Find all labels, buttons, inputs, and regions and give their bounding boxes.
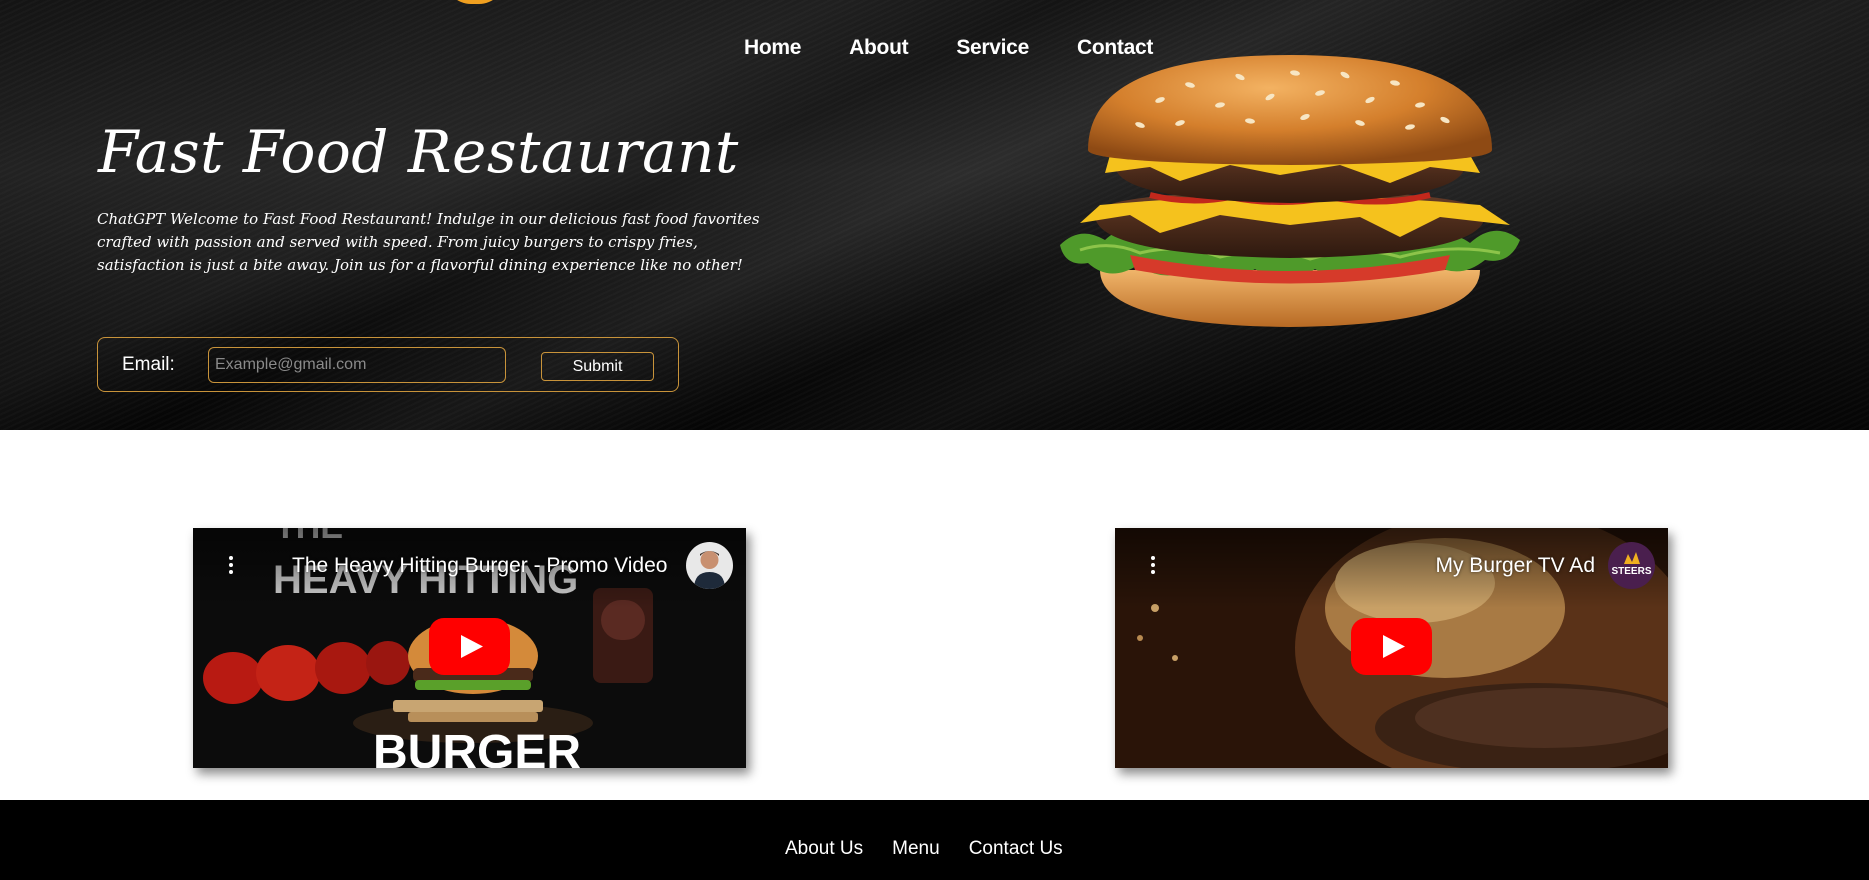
submit-button[interactable]: Submit xyxy=(541,352,654,381)
footer-about-us-link[interactable]: About Us xyxy=(785,838,863,860)
hero-section: Home About Service Contact Fast Food Res… xyxy=(0,0,1869,430)
hero-description: ChatGPT Welcome to Fast Food Restaurant!… xyxy=(97,210,760,274)
youtube-play-icon[interactable] xyxy=(429,618,510,675)
nav-service-link[interactable]: Service xyxy=(956,36,1029,60)
channel-avatar[interactable] xyxy=(686,542,733,589)
email-input[interactable] xyxy=(208,347,506,383)
video-menu-icon[interactable] xyxy=(1151,556,1155,576)
video-title[interactable]: My Burger TV Ad xyxy=(1435,554,1595,578)
channel-avatar[interactable]: STEERS xyxy=(1608,542,1655,589)
video-title[interactable]: The Heavy Hitting Burger - Promo Video xyxy=(292,554,667,578)
video-embed-my-burger-tv-ad[interactable]: My Burger TV Ad STEERS xyxy=(1115,528,1668,768)
burger-image xyxy=(1040,55,1540,345)
svg-text:BURGER: BURGER xyxy=(373,726,581,768)
channel-badge-text: STEERS xyxy=(1611,566,1651,577)
footer-contact-us-link[interactable]: Contact Us xyxy=(969,838,1063,860)
youtube-play-icon[interactable] xyxy=(1351,618,1432,675)
nav-about-link[interactable]: About xyxy=(849,36,908,60)
email-label: Email: xyxy=(122,354,175,375)
video-embed-heavy-hitting-burger[interactable]: THE HEAVY HITTING BURGER The Heavy Hitti… xyxy=(193,528,746,768)
email-signup-form: Email: Submit xyxy=(97,337,679,392)
video-menu-icon[interactable] xyxy=(229,556,233,576)
videos-section: THE HEAVY HITTING BURGER The Heavy Hitti… xyxy=(0,430,1869,800)
footer-nav: About Us Menu Contact Us xyxy=(785,838,1063,860)
footer-menu-link[interactable]: Menu xyxy=(892,838,940,860)
nav-home-link[interactable]: Home xyxy=(744,36,801,60)
hero-title: Fast Food Restaurant xyxy=(98,118,739,186)
footer: About Us Menu Contact Us xyxy=(0,800,1869,880)
logo-icon[interactable] xyxy=(445,0,505,4)
